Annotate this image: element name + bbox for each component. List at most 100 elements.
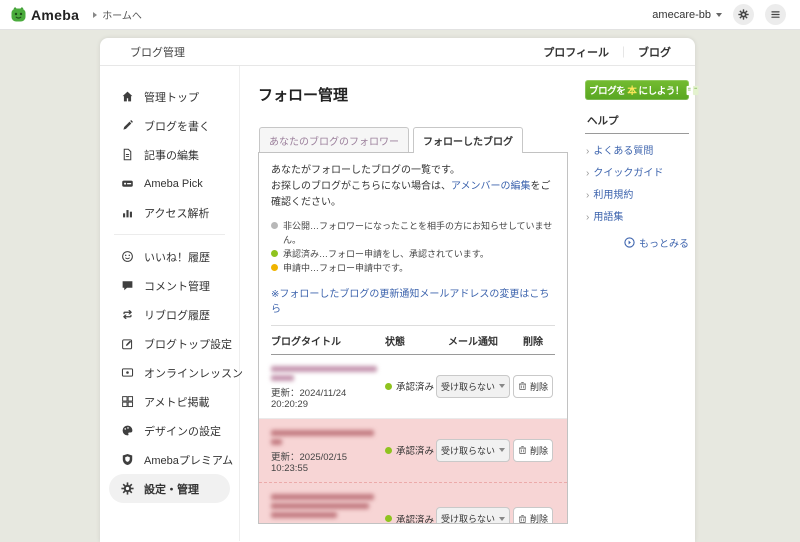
sidebar-divider	[114, 234, 225, 235]
status-badge: 承認済み	[385, 443, 435, 457]
trash-icon	[518, 445, 527, 455]
blurred-blog-title[interactable]	[271, 439, 282, 445]
legend-dot-icon	[271, 264, 278, 271]
sidebar-item-settings-management[interactable]: 設定・管理	[109, 474, 230, 503]
see-more-link[interactable]: もっとみる	[585, 235, 689, 250]
chevron-right-icon: ›	[586, 212, 589, 223]
sidebar-item-ameba-pick[interactable]: Ameba Pick	[100, 169, 239, 198]
breadcrumb-home-link[interactable]: ホームへ	[93, 7, 142, 22]
sidebar-item-reblog-history[interactable]: リブログ履歴	[100, 300, 239, 329]
following-panel: あなたがフォローしたブログの一覧です。 お探しのブログがこちらにない場合は、アメ…	[258, 152, 568, 524]
breadcrumb-label: ホームへ	[102, 7, 142, 22]
sidebar-item-manage-top[interactable]: 管理トップ	[100, 82, 239, 111]
banner-text-hon: 本	[627, 83, 636, 97]
help-title: ヘルプ	[587, 113, 689, 128]
sidebar-item-comment-management[interactable]: コメント管理	[100, 271, 239, 300]
profile-link[interactable]: プロフィール	[543, 44, 609, 60]
status-label: 承認済み	[396, 379, 434, 393]
chevron-right-icon: ›	[586, 168, 589, 179]
sidebar-item-label: リブログ履歴	[144, 307, 210, 323]
delete-button-label: 削除	[530, 380, 548, 393]
intro-text: あなたがフォローしたブログの一覧です。 お探しのブログがこちらにない場合は、アメ…	[271, 163, 555, 211]
brand-logo-text[interactable]: Ameba	[31, 7, 79, 23]
legend-dot-icon	[271, 222, 278, 229]
arrow-circle-icon	[624, 237, 635, 248]
updated-timestamp: 更新：2025/02/18 19:28:09	[271, 522, 377, 524]
card-header: ブログ管理 プロフィール ｜ ブログ	[100, 38, 695, 66]
mail-notification-dropdown[interactable]: 受け取らない	[436, 507, 510, 524]
mail-notification-dropdown[interactable]: 受け取らない	[436, 375, 510, 398]
column-header-mail: メール通知	[435, 333, 511, 348]
mail-notification-dropdown[interactable]: 受け取らない	[436, 439, 510, 462]
sidebar-item-access-analysis[interactable]: アクセス解析	[100, 198, 239, 227]
chevron-down-icon	[499, 517, 505, 521]
blurred-blog-title[interactable]	[271, 494, 374, 500]
video-icon	[121, 366, 134, 379]
help-link-faq[interactable]: › よくある質問	[586, 142, 689, 157]
status-label: 承認済み	[396, 443, 434, 457]
sidebar-item-label: Amebaプレミアム	[144, 452, 233, 468]
blurred-blog-title[interactable]	[271, 430, 374, 436]
sidebar-item-write-blog[interactable]: ブログを書く	[100, 111, 239, 140]
sidebar-item-likes-history[interactable]: いいね！履歴	[100, 242, 239, 271]
status-badge: 承認済み	[385, 512, 435, 524]
tab-following[interactable]: フォローしたブログ	[413, 127, 523, 153]
help-link-label: よくある質問	[593, 142, 653, 157]
help-divider	[585, 133, 689, 134]
reblog-icon	[121, 308, 134, 321]
comment-icon	[121, 279, 134, 292]
link-separator: ｜	[618, 44, 629, 60]
table-row: 更新：2025/02/15 10:23:55 承認済み 受け取らない 削除	[259, 419, 567, 483]
delete-button[interactable]: 削除	[513, 375, 553, 398]
home-icon	[121, 90, 134, 103]
book-icon	[686, 85, 699, 96]
legend-item: 非公開…フォロワーになったことを相手の方にお知らせしていません。	[271, 220, 555, 248]
blurred-blog-title[interactable]	[271, 503, 369, 509]
see-more-label: もっとみる	[639, 235, 689, 250]
legend-label: 承認済み…フォロー申請をし、承認されています。	[283, 248, 489, 262]
status-label: 承認済み	[396, 512, 434, 524]
main-content: フォロー管理 あなたのブログのフォロワーフォローしたブログ あなたがフォローした…	[240, 66, 580, 541]
mail-dropdown-label: 受け取らない	[441, 380, 495, 393]
help-link-glossary[interactable]: › 用語集	[586, 208, 689, 223]
help-link-quick-guide[interactable]: › クイックガイド	[586, 164, 689, 179]
sidebar-item-label: デザインの設定	[144, 423, 221, 439]
intro-line1: あなたがフォローしたブログの一覧です。	[271, 165, 460, 176]
chevron-down-icon	[499, 448, 505, 452]
sidebar-item-ametopi[interactable]: アメトピ掲載	[100, 387, 239, 416]
sidebar-item-label: 設定・管理	[144, 481, 199, 497]
pick-icon	[121, 177, 134, 190]
legend-label: 申請中…フォロー申請中です。	[283, 262, 408, 276]
document-icon	[121, 148, 134, 161]
card-title: ブログ管理	[130, 44, 185, 60]
sidebar-item-blog-top-settings[interactable]: ブログトップ設定	[100, 329, 239, 358]
sidebar-item-label: 記事の編集	[144, 147, 199, 163]
account-menu[interactable]: amecare-bb	[652, 9, 722, 21]
tab-bar: あなたのブログのフォロワーフォローしたブログ	[259, 127, 568, 152]
blurred-blog-title[interactable]	[271, 366, 377, 372]
amember-edit-link[interactable]: アメンバーの編集	[451, 181, 531, 192]
mail-address-change-link[interactable]: ※フォローしたブログの更新通知メールアドレスの変更はこちら	[271, 289, 549, 315]
sidebar-item-online-lesson[interactable]: オンラインレッスン	[100, 358, 239, 387]
delete-button[interactable]: 削除	[513, 439, 553, 462]
account-name: amecare-bb	[652, 9, 711, 21]
updated-timestamp: 更新：2024/11/24 20:20:29	[271, 385, 377, 410]
sidebar-item-label: アクセス解析	[144, 205, 209, 221]
blog-to-book-banner[interactable]: ブログを本にしよう！	[585, 80, 689, 100]
sidebar-item-design-settings[interactable]: デザインの設定	[100, 416, 239, 445]
blurred-blog-title[interactable]	[271, 375, 294, 381]
help-link-terms[interactable]: › 利用規約	[586, 186, 689, 201]
delete-button[interactable]: 削除	[513, 507, 553, 524]
blurred-blog-title[interactable]	[271, 512, 337, 518]
sidebar-item-edit-articles[interactable]: 記事の編集	[100, 140, 239, 169]
help-link-list: › よくある質問 › クイックガイド › 利用規約 › 用語集	[585, 142, 689, 223]
menu-button[interactable]	[765, 4, 786, 25]
status-dot-icon	[385, 515, 392, 522]
sidebar-item-ameba-premium[interactable]: Amebaプレミアム	[100, 445, 239, 474]
settings-gear-button[interactable]	[733, 4, 754, 25]
tab-followers[interactable]: あなたのブログのフォロワー	[259, 127, 409, 152]
shield-icon	[121, 453, 134, 466]
blog-link[interactable]: ブログ	[638, 44, 671, 60]
mail-dropdown-label: 受け取らない	[441, 512, 495, 524]
sidebar-item-label: オンラインレッスン	[144, 365, 243, 381]
